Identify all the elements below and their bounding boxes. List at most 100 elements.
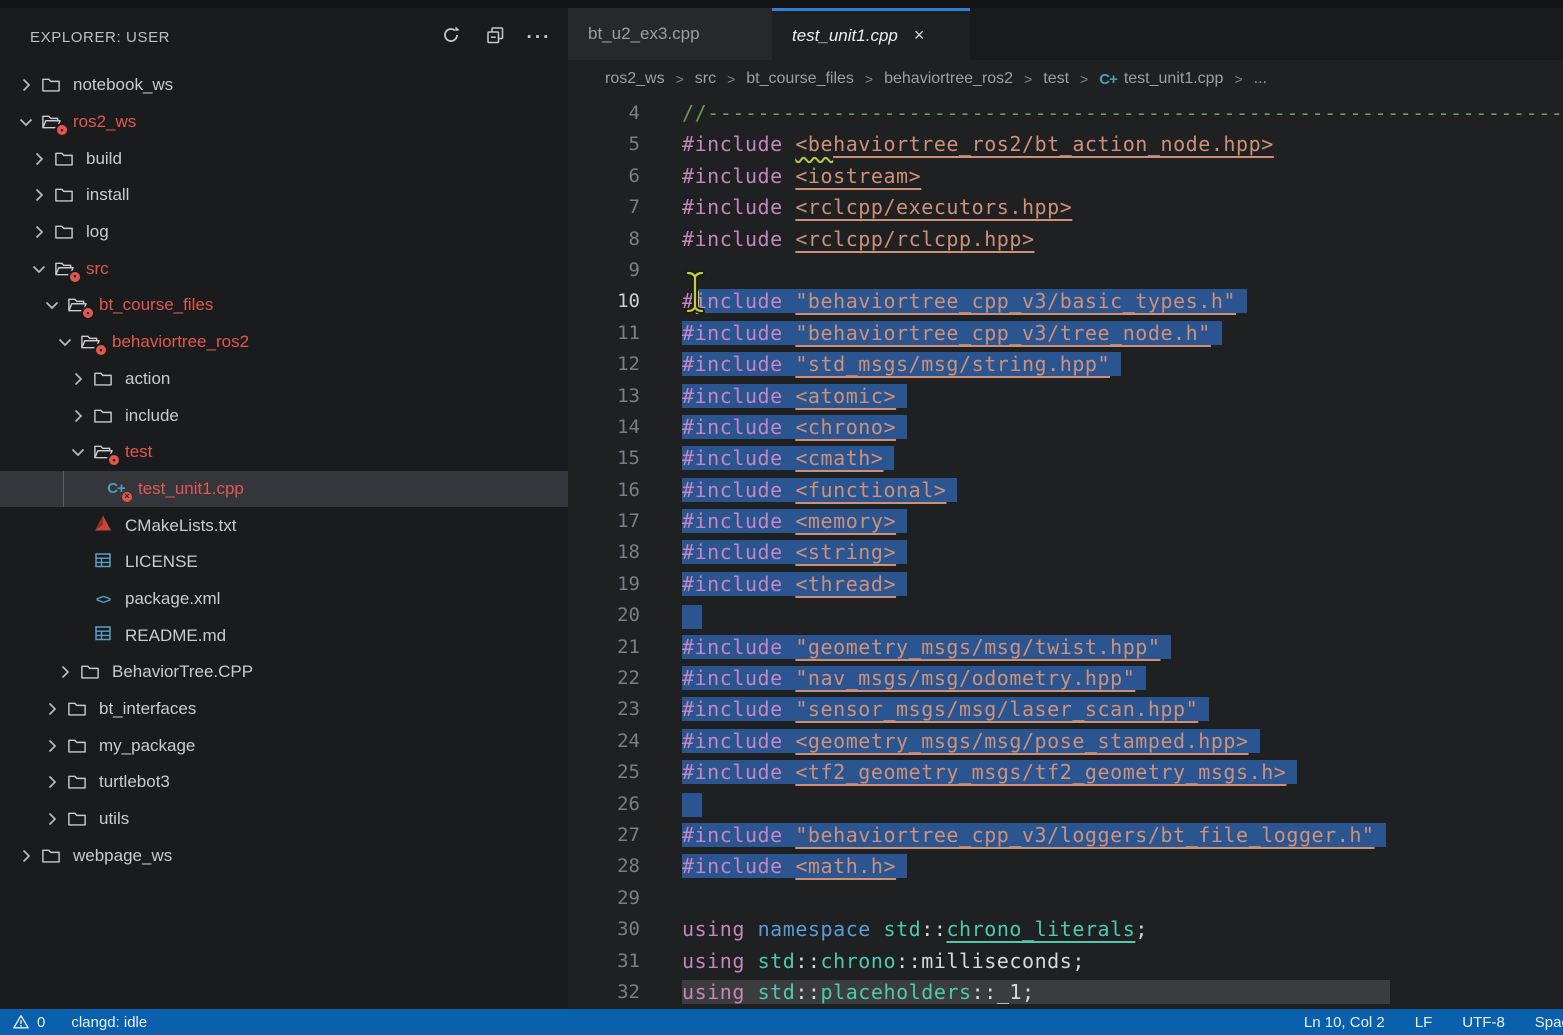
chevron-right-icon[interactable] bbox=[40, 809, 64, 829]
code-line-16[interactable]: 16#include <functional> bbox=[568, 475, 1563, 506]
status-item-lf[interactable]: LF bbox=[1415, 1014, 1433, 1031]
chevron-down-icon[interactable] bbox=[40, 295, 64, 315]
code-line-18[interactable]: 18#include <string> bbox=[568, 537, 1563, 568]
tree-item-CMakeLists.txt[interactable]: CMakeLists.txt bbox=[0, 507, 568, 544]
code-line-24[interactable]: 24#include <geometry_msgs/msg/pose_stamp… bbox=[568, 726, 1563, 757]
chevron-right-icon[interactable] bbox=[66, 406, 90, 426]
explorer-actions: ··· bbox=[436, 23, 554, 53]
code-line-28[interactable]: 28#include <math.h> bbox=[568, 851, 1563, 882]
code-line-6[interactable]: 6#include <iostream> bbox=[568, 161, 1563, 192]
code-line-8[interactable]: 8#include <rclcpp/rclcpp.hpp> bbox=[568, 224, 1563, 255]
indent-spacer bbox=[66, 516, 90, 536]
tree-item-test[interactable]: •test bbox=[0, 434, 568, 471]
tree-item-utils[interactable]: utils bbox=[0, 801, 568, 838]
status-item-ln-10-col-2[interactable]: Ln 10, Col 2 bbox=[1304, 1014, 1385, 1031]
tree-item-test_unit1.cpp[interactable]: C+×test_unit1.cpp bbox=[0, 471, 568, 508]
tree-item-install[interactable]: install bbox=[0, 177, 568, 214]
code-line-4[interactable]: 4//-------------------------------------… bbox=[568, 98, 1563, 129]
code-line-13[interactable]: 13#include <atomic> bbox=[568, 381, 1563, 412]
code-line-30[interactable]: 30using namespace std::chrono_literals; bbox=[568, 914, 1563, 945]
breadcrumb-item-test[interactable]: >test bbox=[1013, 70, 1069, 88]
tree-item-log[interactable]: log bbox=[0, 214, 568, 251]
close-icon[interactable]: × bbox=[914, 25, 925, 46]
selection-highlight: #include <functional> bbox=[682, 478, 957, 502]
chevron-right-icon[interactable] bbox=[53, 662, 77, 682]
code-line-21[interactable]: 21#include "geometry_msgs/msg/twist.hpp" bbox=[568, 632, 1563, 663]
editor-code-area[interactable]: 4//-------------------------------------… bbox=[568, 98, 1563, 1009]
tree-item-LICENSE[interactable]: LICENSE bbox=[0, 544, 568, 581]
tree-item-BehaviorTree.CPP[interactable]: BehaviorTree.CPP bbox=[0, 654, 568, 691]
collapse-folders-button[interactable] bbox=[480, 23, 510, 53]
status-item-utf-8[interactable]: UTF-8 bbox=[1462, 1014, 1505, 1031]
tree-item-label: src bbox=[86, 259, 109, 279]
code-line-5[interactable]: 5#include <behaviortree_ros2/bt_action_n… bbox=[568, 129, 1563, 160]
tree-item-behaviortree_ros2[interactable]: •behaviortree_ros2 bbox=[0, 324, 568, 361]
code-line-7[interactable]: 7#include <rclcpp/executors.hpp> bbox=[568, 192, 1563, 223]
more-actions-button[interactable]: ··· bbox=[524, 23, 554, 53]
status-item-label: clangd: idle bbox=[71, 1014, 147, 1031]
code-line-29[interactable]: 29 bbox=[568, 883, 1563, 914]
chevron-right-icon[interactable] bbox=[27, 222, 51, 242]
code-line-17[interactable]: 17#include <memory> bbox=[568, 506, 1563, 537]
chevron-right-icon[interactable] bbox=[27, 185, 51, 205]
code-line-10[interactable]: 10#include "behaviortree_cpp_v3/basic_ty… bbox=[568, 286, 1563, 317]
tree-item-src[interactable]: •src bbox=[0, 250, 568, 287]
chevron-right-icon[interactable] bbox=[40, 772, 64, 792]
tree-item-ros2_ws[interactable]: •ros2_ws bbox=[0, 104, 568, 141]
chevron-right-icon[interactable] bbox=[14, 846, 38, 866]
code-line-22[interactable]: 22#include "nav_msgs/msg/odometry.hpp" bbox=[568, 663, 1563, 694]
breadcrumb-item-test_unit1.cpp[interactable]: >C+test_unit1.cpp bbox=[1069, 70, 1223, 88]
breadcrumb-label: src bbox=[695, 70, 716, 88]
tree-item-label: bt_interfaces bbox=[99, 699, 196, 719]
code-line-12[interactable]: 12#include "std_msgs/msg/string.hpp" bbox=[568, 349, 1563, 380]
code-line-26[interactable]: 26 bbox=[568, 789, 1563, 820]
folder-icon bbox=[51, 184, 77, 206]
breadcrumb-item-...[interactable]: >... bbox=[1223, 70, 1267, 88]
tree-item-bt_interfaces[interactable]: bt_interfaces bbox=[0, 691, 568, 728]
code-line-14[interactable]: 14#include <chrono> bbox=[568, 412, 1563, 443]
tab-test_unit1.cpp[interactable]: test_unit1.cpp× bbox=[772, 8, 970, 60]
code-line-25[interactable]: 25#include <tf2_geometry_msgs/tf2_geomet… bbox=[568, 757, 1563, 788]
code-line-11[interactable]: 11#include "behaviortree_cpp_v3/tree_nod… bbox=[568, 318, 1563, 349]
breadcrumb-item-bt_course_files[interactable]: >bt_course_files bbox=[716, 70, 854, 88]
chevron-right-icon[interactable] bbox=[27, 149, 51, 169]
chevron-down-icon[interactable] bbox=[53, 332, 77, 352]
code-line-15[interactable]: 15#include <cmath> bbox=[568, 443, 1563, 474]
chevron-right-icon[interactable] bbox=[66, 369, 90, 389]
tree-item-build[interactable]: build bbox=[0, 140, 568, 177]
tab-bt_u2_ex3.cpp[interactable]: bt_u2_ex3.cpp bbox=[568, 8, 772, 60]
code-line-20[interactable]: 20 bbox=[568, 600, 1563, 631]
tree-item-notebook_ws[interactable]: notebook_ws bbox=[0, 67, 568, 104]
tree-item-include[interactable]: include bbox=[0, 397, 568, 434]
folder-icon bbox=[64, 698, 90, 720]
tree-item-my_package[interactable]: my_package bbox=[0, 727, 568, 764]
status-item-0[interactable]: 0 bbox=[12, 1013, 45, 1031]
status-item-spac[interactable]: Spac bbox=[1535, 1014, 1563, 1031]
code-line-27[interactable]: 27#include "behaviortree_cpp_v3/loggers/… bbox=[568, 820, 1563, 851]
code-line-32[interactable]: 32using std::placeholders::_1; bbox=[568, 977, 1563, 1008]
breadcrumb-item-src[interactable]: >src bbox=[665, 70, 717, 88]
tree-item-bt_course_files[interactable]: •bt_course_files bbox=[0, 287, 568, 324]
breadcrumb-item-ros2_ws[interactable]: ros2_ws bbox=[605, 70, 665, 88]
code-line-19[interactable]: 19#include <thread> bbox=[568, 569, 1563, 600]
tree-item-README.md[interactable]: README.md bbox=[0, 617, 568, 654]
tree-item-webpage_ws[interactable]: webpage_ws bbox=[0, 837, 568, 874]
code-line-23[interactable]: 23#include "sensor_msgs/msg/laser_scan.h… bbox=[568, 694, 1563, 725]
status-item-clangd-idle[interactable]: clangd: idle bbox=[71, 1014, 147, 1031]
chevron-down-icon[interactable] bbox=[27, 259, 51, 279]
chevron-right-icon[interactable] bbox=[14, 75, 38, 95]
chevron-right-icon[interactable] bbox=[40, 736, 64, 756]
chevron-right-icon[interactable] bbox=[40, 699, 64, 719]
line-number: 12 bbox=[568, 349, 640, 380]
tree-item-package.xml[interactable]: <>package.xml bbox=[0, 581, 568, 618]
code-line-9[interactable]: 9 bbox=[568, 255, 1563, 286]
breadcrumb-item-behaviortree_ros2[interactable]: >behaviortree_ros2 bbox=[854, 70, 1013, 88]
chevron-down-icon[interactable] bbox=[14, 112, 38, 132]
tree-item-action[interactable]: action bbox=[0, 361, 568, 398]
tree-item-turtlebot3[interactable]: turtlebot3 bbox=[0, 764, 568, 801]
code-line-31[interactable]: 31using std::chrono::milliseconds; bbox=[568, 946, 1563, 977]
chevron-down-icon[interactable] bbox=[66, 442, 90, 462]
refresh-button[interactable] bbox=[436, 23, 466, 53]
line-number: 23 bbox=[568, 694, 640, 725]
line-content: using namespace std::chrono_literals; bbox=[682, 917, 1148, 941]
